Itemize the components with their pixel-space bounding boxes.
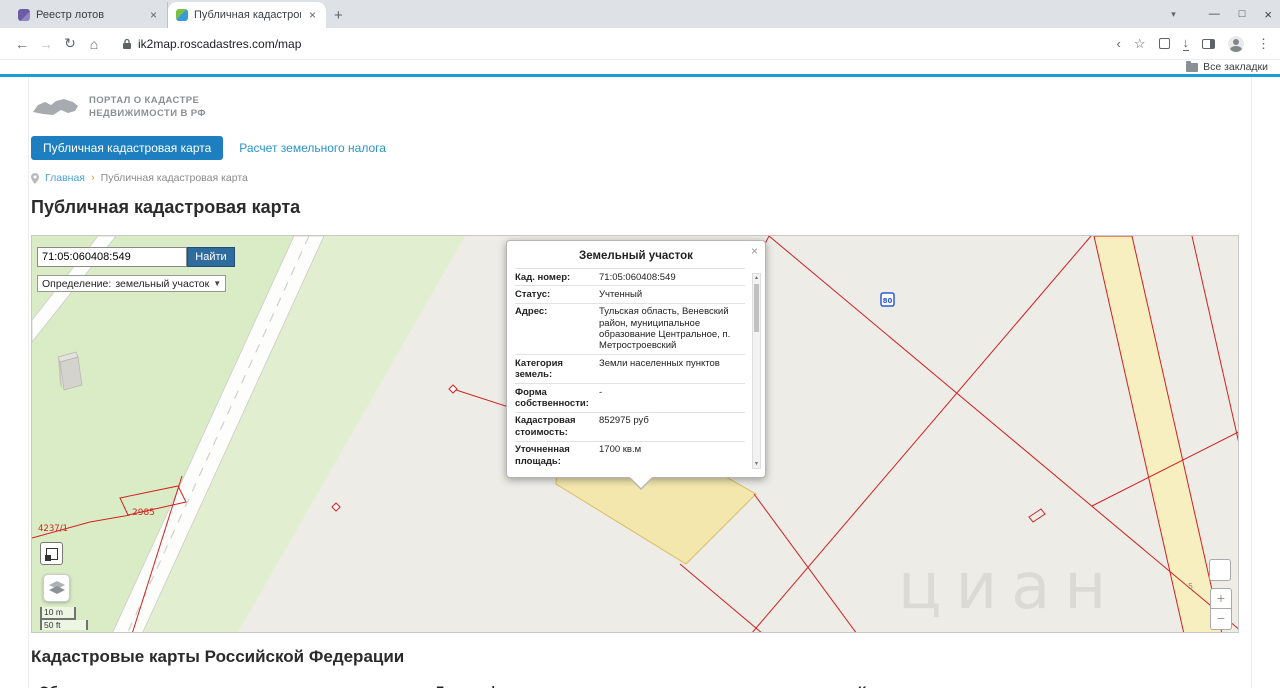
- zoom-out-button[interactable]: −: [1210, 609, 1232, 630]
- bookmarks-folder-icon[interactable]: [1186, 60, 1199, 72]
- footer-heading: Кадастровые карты Российской Федерации: [31, 647, 405, 666]
- reload-icon[interactable]: ↻: [58, 35, 82, 52]
- popup-row: Форма собственности: -: [515, 384, 745, 413]
- site-logo[interactable]: ПОРТАЛ О КАДАСТРЕ НЕДВИЖИМОСТИ В РФ: [31, 77, 1249, 124]
- zoom-controls: + −: [1210, 588, 1232, 630]
- page-content: ПОРТАЛ О КАДАСТРЕ НЕДВИЖИМОСТИ В РФ Публ…: [28, 77, 1252, 688]
- menu-dots-icon[interactable]: ⋮: [1257, 37, 1270, 50]
- window-controls: ▾ — □ ×: [1171, 0, 1272, 28]
- minimap-icon: [44, 547, 58, 561]
- home-icon[interactable]: ⌂: [82, 36, 106, 52]
- filter-label: Определение:: [42, 277, 112, 290]
- svg-text:80: 80: [883, 297, 893, 305]
- all-bookmarks-label[interactable]: Все закладки: [1203, 61, 1268, 73]
- popup-row: Адрес: Тульская область, Веневский район…: [515, 304, 745, 356]
- logo-text: ПОРТАЛ О КАДАСТРЕ НЕДВИЖИМОСТИ В РФ: [89, 95, 206, 121]
- tab-public-map[interactable]: Публичная кадастровая карта: [31, 136, 224, 160]
- footer-col-federal-cities[interactable]: Города федерального значения: [436, 684, 858, 688]
- parcel-info-popup: Земельный участок × Кад. номер: 71:05:06…: [506, 240, 766, 491]
- popup-close-icon[interactable]: ×: [751, 244, 758, 258]
- side-panel-icon[interactable]: [1202, 38, 1215, 49]
- search-button[interactable]: Найти: [187, 247, 235, 267]
- popup-title: Земельный участок: [579, 250, 693, 262]
- minimize-button[interactable]: —: [1209, 8, 1220, 20]
- new-tab-button[interactable]: +: [334, 7, 343, 24]
- popup-scrollbar[interactable]: ▲ ▼: [752, 273, 761, 470]
- bookmarks-bar: Все закладки: [0, 60, 1280, 74]
- browser-window: Реестр лотов × Публичная кадастровая ка …: [0, 0, 1280, 688]
- bookmark-star-icon[interactable]: ☆: [1134, 37, 1146, 50]
- popup-row: Кадастровая стоимость: 852975 руб: [515, 413, 745, 442]
- popup-rows: Кад. номер: 71:05:060408:549 Статус: Учт…: [515, 268, 745, 469]
- browser-tab-bar: Реестр лотов × Публичная кадастровая ка …: [0, 0, 1280, 28]
- footer-col-kraya[interactable]: Края: [858, 684, 1249, 688]
- tab-title: Реестр лотов: [36, 9, 105, 21]
- back-icon[interactable]: ←: [10, 36, 34, 52]
- parcel-type-select[interactable]: Определение: земельный участок ▼: [37, 275, 227, 292]
- maximize-button[interactable]: □: [1239, 8, 1246, 20]
- scale-imperial: 50 ft: [40, 620, 88, 631]
- download-icon[interactable]: ↓: [1182, 36, 1189, 51]
- scroll-up-icon[interactable]: ▲: [753, 275, 760, 281]
- profile-avatar[interactable]: [1228, 35, 1244, 52]
- popup-row: Категория земель: Земли населенных пункт…: [515, 355, 745, 385]
- logo-line1: ПОРТАЛ О КАДАСТРЕ: [89, 95, 200, 107]
- breadcrumb-separator-icon: ›: [90, 172, 95, 184]
- cadastre-favicon-icon: [176, 9, 188, 21]
- footer-columns: Области Города федерального значения Кра…: [31, 684, 1249, 688]
- address-bar-actions: ‹ ☆ ↓ ⋮: [1117, 35, 1270, 52]
- chevron-down-icon: ▼: [213, 279, 222, 288]
- layers-button[interactable]: [43, 574, 70, 602]
- lots-favicon-icon: [18, 9, 30, 21]
- scroll-down-icon[interactable]: ▼: [753, 461, 760, 467]
- road-sign-marker[interactable]: 80: [880, 292, 895, 307]
- tab-search-chevron-icon[interactable]: ▾: [1171, 9, 1176, 20]
- popup-row: Статус: Учтенный: [515, 286, 745, 304]
- forward-icon[interactable]: →: [34, 36, 58, 52]
- logo-line2: НЕДВИЖИМОСТИ В РФ: [89, 108, 206, 119]
- lock-icon: [123, 38, 131, 49]
- building-shape: [57, 351, 83, 391]
- browser-address-bar: ← → ↻ ⌂ ik2map.roscadastres.com/map ‹ ☆ …: [0, 28, 1280, 60]
- page-title: Публичная кадастровая карта: [31, 197, 301, 217]
- extensions-icon[interactable]: [1158, 38, 1170, 49]
- breadcrumb-current: Публичная кадастровая карта: [100, 172, 248, 184]
- tab-title: Публичная кадастровая ка: [194, 9, 301, 21]
- tab-close-icon[interactable]: ×: [307, 8, 318, 22]
- tab-close-icon[interactable]: ×: [148, 8, 159, 22]
- breadcrumb: Главная › Публичная кадастровая карта: [31, 172, 1249, 184]
- map-small-label: 5: [1188, 582, 1193, 591]
- popup-row: Уточненная площадь: 1700 кв.м: [515, 444, 642, 467]
- filter-value: земельный участок: [115, 277, 210, 290]
- share-icon[interactable]: ‹: [1117, 37, 1121, 50]
- minimap-button[interactable]: [40, 542, 63, 565]
- scale-metric: 10 m: [40, 607, 76, 621]
- layers-icon: [48, 581, 65, 594]
- browser-tab-cadastre[interactable]: Публичная кадастровая ка ×: [168, 2, 326, 28]
- russia-map-icon: [33, 99, 78, 115]
- pin-icon: [31, 172, 39, 184]
- parcel-label: 4237/1: [38, 524, 68, 534]
- fullscreen-button[interactable]: [1209, 559, 1231, 581]
- site-nav: Публичная кадастровая карта Расчет земел…: [31, 136, 1249, 160]
- url-text: ik2map.roscadastres.com/map: [138, 36, 302, 51]
- breadcrumb-home[interactable]: Главная: [45, 172, 85, 184]
- watermark-text: циан: [898, 550, 1120, 624]
- popup-pointer: [629, 476, 653, 489]
- browser-tab-lots[interactable]: Реестр лотов ×: [10, 2, 168, 28]
- tab-tax-calc[interactable]: Расчет земельного налога: [227, 136, 398, 160]
- popup-row: Кад. номер: 71:05:060408:549: [515, 269, 745, 287]
- cadastral-number-input[interactable]: [37, 247, 187, 267]
- url-field[interactable]: ik2map.roscadastres.com/map: [112, 32, 1103, 56]
- map-canvas[interactable]: циан 2985 4237/1 5 80 71:05:060408:549 Н…: [31, 235, 1239, 633]
- footer-col-oblasti[interactable]: Области: [31, 684, 436, 688]
- scrollbar-thumb[interactable]: [754, 284, 759, 332]
- close-window-button[interactable]: ×: [1264, 7, 1272, 22]
- map-search: Найти: [37, 247, 235, 267]
- zoom-in-button[interactable]: +: [1210, 588, 1232, 609]
- parcel-label: 2985: [132, 508, 155, 518]
- map-scale: 10 m 50 ft: [40, 607, 88, 631]
